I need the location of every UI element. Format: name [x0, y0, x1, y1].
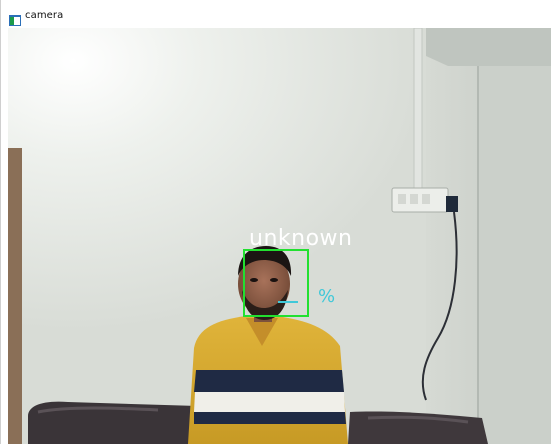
wall-recess [478, 66, 551, 444]
app-icon [9, 11, 21, 26]
ceiling-ledge [426, 28, 551, 66]
camera-feed: unknown % [8, 28, 551, 444]
left-door-edge [8, 148, 22, 444]
camera-window: camera unknown % [0, 0, 551, 444]
switchboard [391, 187, 458, 213]
window-title: camera [25, 10, 64, 21]
title-bar[interactable]: camera [1, 0, 551, 28]
face-label: unknown [249, 226, 353, 251]
confidence-text: % [318, 286, 336, 307]
conduit-pipe [413, 28, 423, 189]
